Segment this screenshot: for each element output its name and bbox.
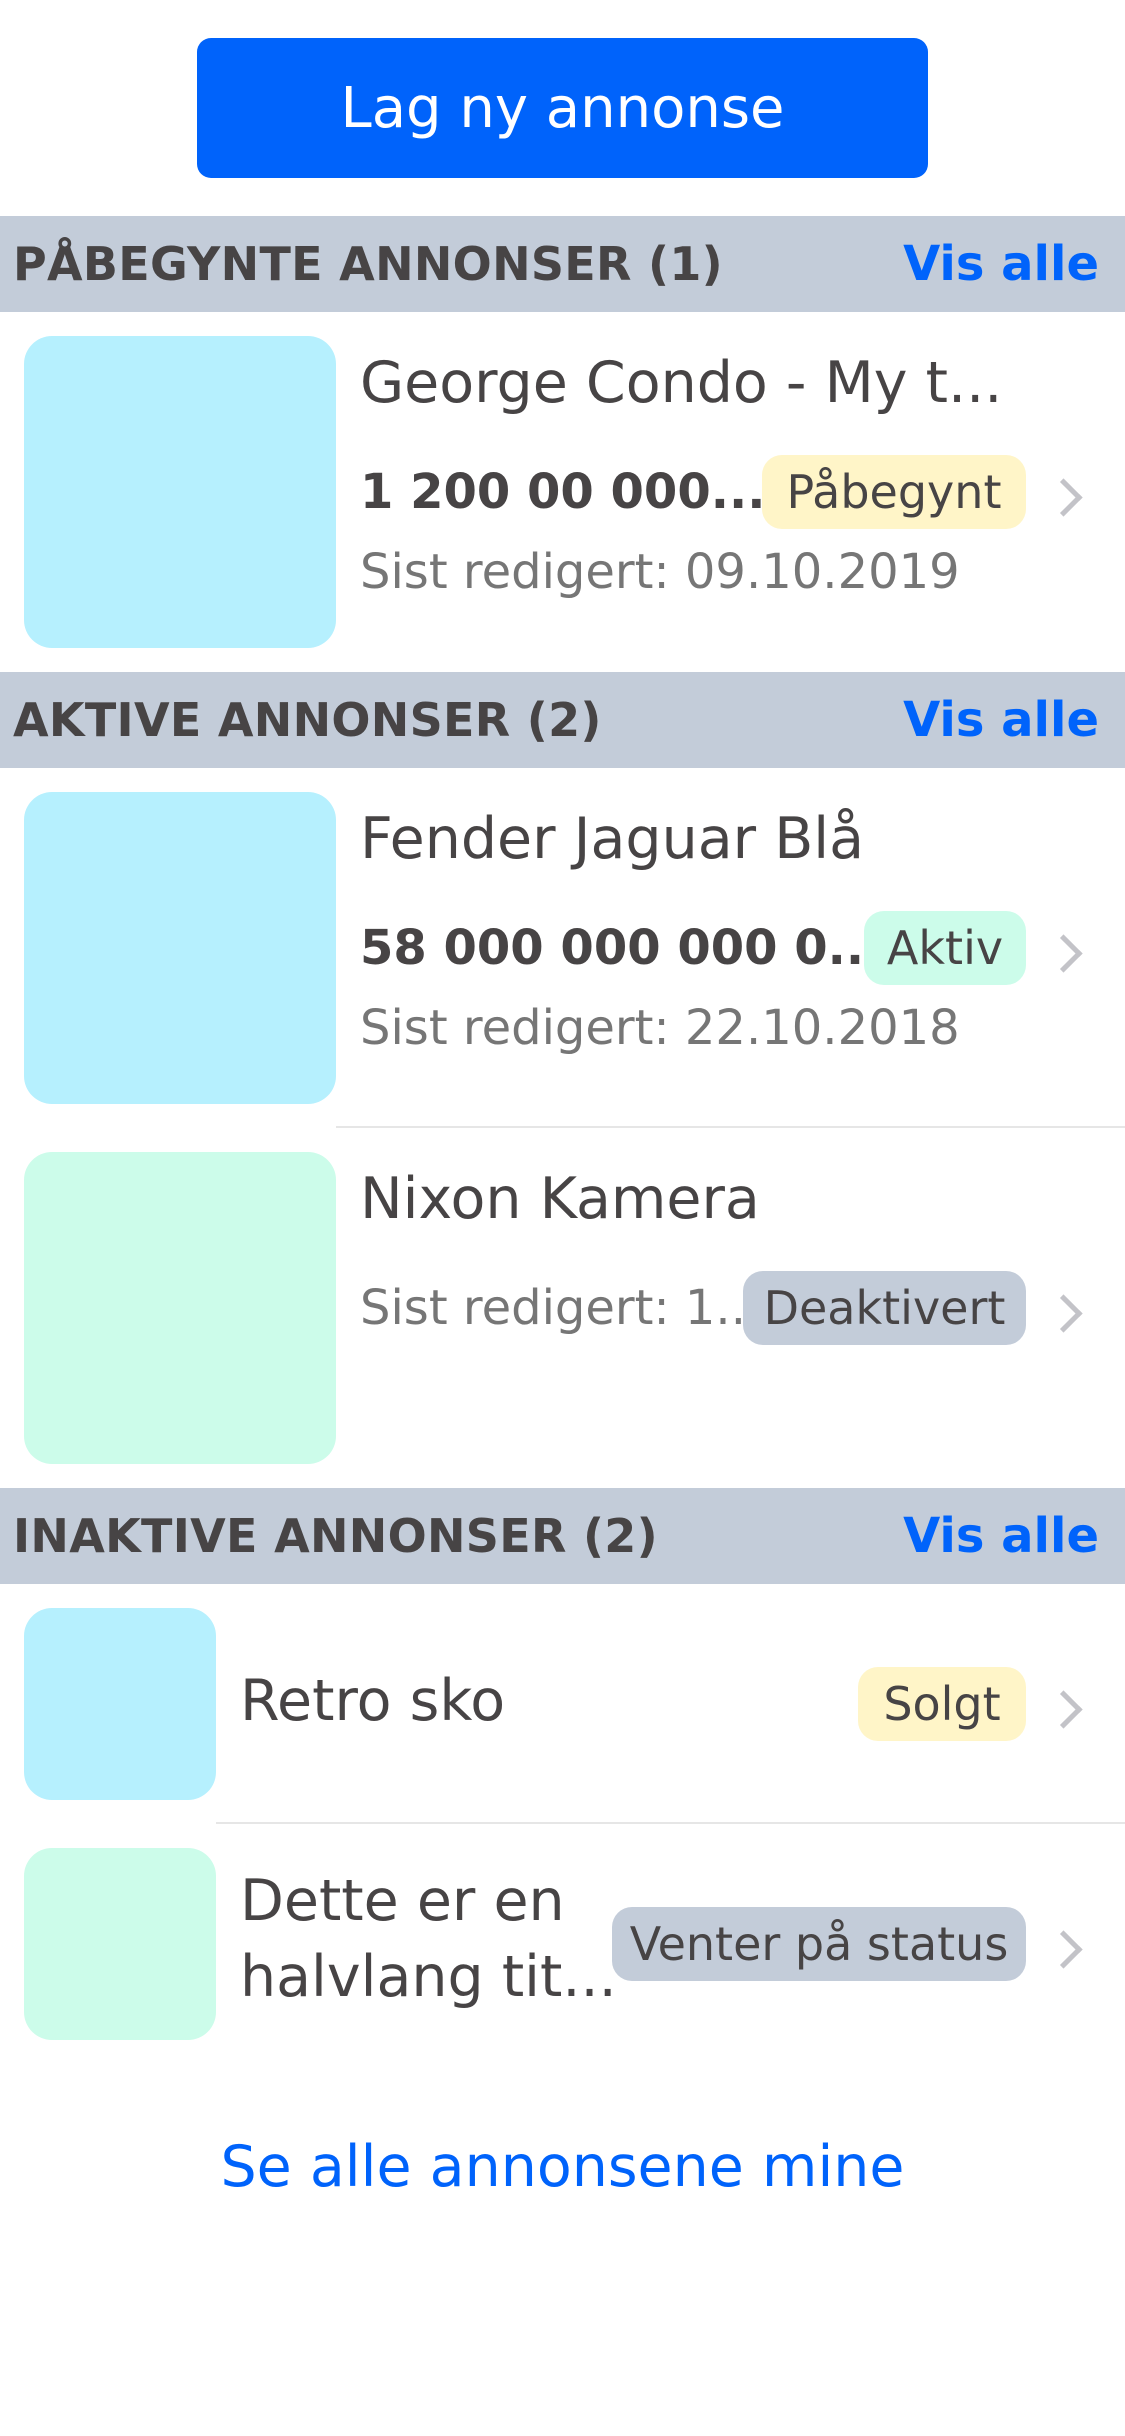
see-all-link[interactable]: Vis alle xyxy=(903,1508,1099,1564)
listing-thumbnail xyxy=(24,1848,216,2040)
listing-price: 1 200 00 000... xyxy=(360,464,766,520)
listing-thumbnail xyxy=(24,792,336,1104)
listing-thumbnail xyxy=(24,336,336,648)
chevron-right-icon xyxy=(1044,1294,1083,1333)
section-header-active: AKTIVE ANNONSER (2) Vis alle xyxy=(0,672,1125,768)
list-item[interactable]: Dette er en halvlang tit... Venter på st… xyxy=(0,1824,1125,2064)
list-item[interactable]: George Condo - My t... 1 200 00 000... P… xyxy=(0,312,1125,672)
last-edited: Sist redigert: 22.10.2018 xyxy=(360,1000,960,1056)
section-title: INAKTIVE ANNONSER (2) xyxy=(13,1509,658,1563)
status-badge: Venter på status xyxy=(612,1907,1026,1981)
chevron-right-icon xyxy=(1044,934,1083,973)
section-title: PÅBEGYNTE ANNONSER (1) xyxy=(13,237,724,291)
chevron-right-icon xyxy=(1044,1930,1083,1969)
listing-price: 58 000 000 000 0... xyxy=(360,920,883,976)
list-item[interactable]: Nixon Kamera Sist redigert: 1... Deaktiv… xyxy=(0,1128,1125,1488)
chevron-right-icon xyxy=(1044,478,1083,517)
see-all-link[interactable]: Vis alle xyxy=(903,236,1099,292)
listing-title: George Condo - My t... xyxy=(360,350,1000,416)
listing-thumbnail xyxy=(24,1152,336,1464)
section-header-inactive: INAKTIVE ANNONSER (2) Vis alle xyxy=(0,1488,1125,1584)
new-ad-button[interactable]: Lag ny annonse xyxy=(197,38,928,178)
see-all-link[interactable]: Vis alle xyxy=(903,692,1099,748)
listing-title: Retro sko xyxy=(240,1668,506,1734)
list-item[interactable]: Fender Jaguar Blå 58 000 000 000 0... Ak… xyxy=(0,768,1125,1128)
status-badge: Aktiv xyxy=(864,911,1026,985)
section-header-started: PÅBEGYNTE ANNONSER (1) Vis alle xyxy=(0,216,1125,312)
status-badge: Deaktivert xyxy=(743,1271,1026,1345)
section-title: AKTIVE ANNONSER (2) xyxy=(13,693,602,747)
listing-thumbnail xyxy=(24,1608,216,1800)
listing-title: Nixon Kamera xyxy=(360,1166,760,1232)
chevron-right-icon xyxy=(1044,1690,1083,1729)
status-badge: Solgt xyxy=(858,1667,1026,1741)
last-edited: Sist redigert: 09.10.2019 xyxy=(360,544,960,600)
listing-title-line1: Dette er en xyxy=(240,1868,565,1934)
listing-title-line2: halvlang tit... xyxy=(240,1944,617,2010)
see-all-my-ads-link[interactable]: Se alle annonsene mine xyxy=(0,2134,1125,2200)
listing-title: Fender Jaguar Blå xyxy=(360,806,865,872)
last-edited: Sist redigert: 1... xyxy=(360,1280,762,1336)
status-badge: Påbegynt xyxy=(762,455,1026,529)
list-item[interactable]: Retro sko Solgt xyxy=(0,1584,1125,1824)
